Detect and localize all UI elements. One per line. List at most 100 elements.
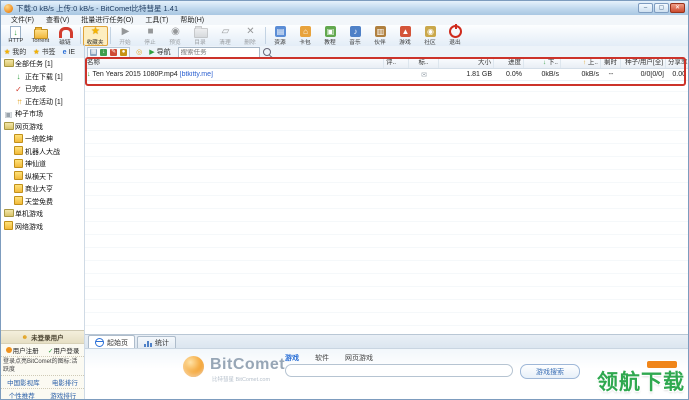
login-tip-text: 登录点亮BitComet的图标:活跃度 <box>1 357 84 376</box>
cards-button[interactable]: ⌂ 卡包 <box>293 26 318 46</box>
exit-button[interactable]: 退出 <box>443 26 468 46</box>
tab-start-page[interactable]: 起始页 <box>88 335 135 349</box>
category-games-link[interactable]: 游戏 <box>285 353 299 363</box>
favorites-my-item[interactable]: ★ 我的 <box>4 47 26 57</box>
user-icon: ☻ <box>21 334 28 341</box>
personal-recommend-link[interactable]: 个性推荐 <box>9 390 35 399</box>
column-tag[interactable]: 标.. <box>409 58 439 68</box>
maximize-button[interactable]: ▢ <box>654 3 669 13</box>
menu-file[interactable]: 文件(F) <box>5 15 40 25</box>
game-bag-icon <box>14 196 23 205</box>
folder-icon <box>194 28 208 38</box>
pen-icon[interactable]: ✎ <box>110 49 117 56</box>
menu-tools[interactable]: 工具(T) <box>139 15 174 25</box>
game-bag-icon <box>14 159 23 168</box>
login-link[interactable]: ✓用户登录 <box>48 345 79 355</box>
task-eta: -- <box>601 71 621 78</box>
search-icon[interactable] <box>263 48 271 56</box>
ie-item[interactable]: e IE <box>63 49 76 56</box>
bookmarks-item[interactable]: ★ 书签 <box>33 47 55 57</box>
open-folder-button[interactable]: 目录 <box>188 26 213 46</box>
menu-batch[interactable]: 批量进行任务(O) <box>75 15 139 25</box>
magnet-link-button[interactable]: 磁链 <box>53 26 78 46</box>
startpage-search-button[interactable]: 游戏搜索 <box>520 364 580 379</box>
column-upload-speed[interactable]: ↑ 上.. <box>561 58 601 68</box>
games-button[interactable]: ▲ 游戏 <box>393 26 418 46</box>
minimize-button[interactable]: – <box>638 3 653 13</box>
movie-rank-link[interactable]: 电影排行 <box>52 377 78 387</box>
preview-icon: ◉ <box>171 26 180 37</box>
bitcomet-window: 下载:0 kB/s 上传:0 kB/s - BitComet比特彗星 1.41 … <box>0 0 689 400</box>
sidebar-item-game-2[interactable]: 机器人大战 <box>1 146 84 159</box>
task-search-input[interactable] <box>181 49 257 56</box>
sidebar-item-game-5[interactable]: 商业大亨 <box>1 183 84 196</box>
category-webgames-link[interactable]: 网页游戏 <box>345 353 373 363</box>
partner-button[interactable]: ▥ 伙伴 <box>368 26 393 46</box>
game-bag-icon <box>14 171 23 180</box>
sidebar-item-downloading[interactable]: ↓ 正在下载 [1] <box>1 71 84 84</box>
open-torrent-button[interactable]: Torrent <box>28 26 53 46</box>
community-button[interactable]: ◉ 社区 <box>418 26 443 46</box>
menu-help[interactable]: 帮助(H) <box>174 15 210 25</box>
game-rank-link[interactable]: 游戏排行 <box>50 390 76 399</box>
game-bag-icon <box>14 184 23 193</box>
sidebar-item-game-4[interactable]: 纵横天下 <box>1 171 84 184</box>
favorites-button[interactable]: ★ 收藏夹 <box>83 26 108 46</box>
user-panel: ☻ 未登录用户 用户注册 ✓用户登录 登录点亮BitComet的图标:活跃度 中… <box>1 330 84 399</box>
resources-icon: ▤ <box>275 26 286 37</box>
close-button[interactable]: ✕ <box>670 3 685 13</box>
sidebar-item-active[interactable]: ↑↑ 正在活动 [1] <box>1 96 84 109</box>
title-bar[interactable]: 下载:0 kB/s 上传:0 kB/s - BitComet比特彗星 1.41 … <box>1 1 688 16</box>
column-download-speed[interactable]: ↓ 下.. <box>524 58 561 68</box>
column-comment[interactable]: 评.. <box>384 58 409 68</box>
nav-item[interactable]: ▶ 导航 <box>149 47 170 57</box>
clean-button[interactable]: ▱ 清理 <box>213 26 238 46</box>
lamp-icon[interactable]: ◎ <box>136 48 142 56</box>
torrent-market-icon: ▣ <box>4 110 13 119</box>
column-size[interactable]: 大小 <box>439 58 494 68</box>
music-note-icon: ♪ <box>350 26 361 37</box>
tutorial-button[interactable]: ▣ 教程 <box>318 26 343 46</box>
column-eta[interactable]: 剩时 <box>601 58 621 68</box>
sidebar-item-game-1[interactable]: 一统乾坤 <box>1 133 84 146</box>
sidebar-item-online-games[interactable]: 网络游戏 <box>1 221 84 234</box>
sidebar-item-all-tasks[interactable]: 全部任务 [1] <box>1 58 84 71</box>
preview-button[interactable]: ◉ 预览 <box>163 26 188 46</box>
startpage-search-categories: 游戏 软件 网页游戏 <box>285 353 373 363</box>
register-link[interactable]: 用户注册 <box>6 345 39 355</box>
column-share-ratio[interactable]: 分享率 <box>666 58 688 68</box>
column-peers[interactable]: 种子/用户[全] <box>621 58 666 68</box>
register-icon <box>6 347 12 353</box>
new-http-task-button[interactable]: ↓ HTTP <box>3 26 28 46</box>
start-task-button[interactable]: ▶ 开始 <box>113 26 138 46</box>
column-progress[interactable]: 进度 <box>494 58 524 68</box>
task-search-box[interactable] <box>178 47 260 58</box>
movie-library-link[interactable]: 中国影视库 <box>7 377 40 387</box>
music-button[interactable]: ♪ 音乐 <box>343 26 368 46</box>
green-arrow-icon[interactable]: ↓ <box>100 49 107 56</box>
column-name[interactable]: 名称 <box>85 58 384 68</box>
download-arrow-icon: ↓ <box>14 72 23 81</box>
task-list-area: 名称 评.. 标.. 大小 进度 ↓ 下.. ↑ 上.. 剩时 种子/用户[全]… <box>85 58 688 399</box>
sidebar-item-game-3[interactable]: 神仙道 <box>1 158 84 171</box>
paw-icon[interactable]: ● <box>120 49 127 56</box>
startpage-search-box[interactable] <box>285 364 513 377</box>
sidebar-item-pc-games[interactable]: 单机游戏 <box>1 208 84 221</box>
delete-task-button[interactable]: ✕ 删除 <box>238 26 263 46</box>
sidebar-item-torrent-market[interactable]: ▣ 种子市场 <box>1 108 84 121</box>
category-software-link[interactable]: 软件 <box>315 353 329 363</box>
ie-icon: e <box>63 49 67 56</box>
layout-grid-icon[interactable]: ▦ <box>90 49 97 56</box>
startpage-search-input[interactable] <box>292 371 506 382</box>
sidebar-group-webgames[interactable]: 网页游戏 <box>1 121 84 134</box>
resources-button[interactable]: ▤ 资源 <box>268 26 293 46</box>
watermark-logo: 领航下载 <box>597 366 685 396</box>
bitcomet-logo-icon <box>183 356 204 377</box>
folder-icon <box>4 59 14 67</box>
task-size: 1.81 GB <box>439 71 494 78</box>
delete-x-icon: ✕ <box>246 26 254 37</box>
sidebar-item-finished[interactable]: ✓ 已完成 <box>1 83 84 96</box>
menu-view[interactable]: 查看(V) <box>40 15 75 25</box>
sidebar-item-game-6[interactable]: 天堂免费 <box>1 196 84 209</box>
stop-task-button[interactable]: ■ 停止 <box>138 26 163 46</box>
